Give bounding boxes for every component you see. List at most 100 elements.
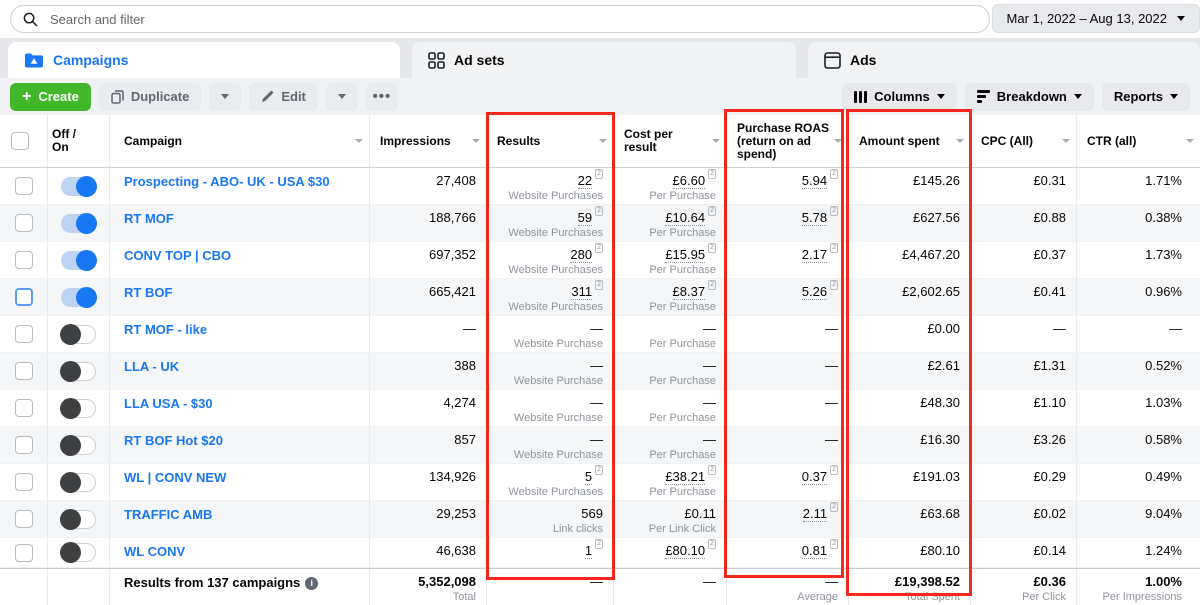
cost-per-result-value: —: [703, 432, 716, 447]
campaign-link[interactable]: LLA USA - $30: [124, 390, 213, 411]
ctr-cell: 1.71%: [1077, 168, 1200, 204]
header-purchase-roas[interactable]: Purchase ROAS (return on ad spend): [727, 115, 849, 167]
reports-button[interactable]: Reports: [1101, 82, 1190, 111]
header-cpc[interactable]: CPC (All): [971, 115, 1077, 167]
header-ctr[interactable]: CTR (all): [1077, 115, 1200, 167]
select-all-checkbox[interactable]: [10, 132, 29, 150]
campaign-toggle[interactable]: [61, 212, 97, 234]
impressions-cell: 29,253: [370, 501, 487, 537]
sort-caret-icon[interactable]: [712, 139, 720, 143]
amount-spent-cell: £63.68: [849, 501, 971, 537]
footer-results-cell: —: [487, 569, 614, 605]
header-impressions[interactable]: Impressions: [370, 115, 487, 167]
campaign-toggle[interactable]: [60, 323, 96, 345]
info-icon[interactable]: i: [305, 577, 319, 590]
campaign-toggle[interactable]: [60, 360, 96, 382]
campaign-toggle[interactable]: [61, 249, 97, 271]
campaign-link[interactable]: LLA - UK: [124, 353, 179, 374]
results-type-label: Website Purchases: [508, 227, 603, 240]
row-checkbox[interactable]: [14, 325, 33, 343]
edit-dropdown-button[interactable]: [325, 82, 358, 111]
campaign-name-cell: WL CONV: [110, 538, 370, 567]
row-checkbox[interactable]: [14, 473, 33, 491]
header-results-label: Results: [497, 133, 541, 148]
row-checkbox[interactable]: [14, 436, 33, 454]
action-toolbar: + Create Duplicate Edit ••• Columns Brea…: [0, 78, 1200, 115]
impressions-cell: 134,926: [370, 464, 487, 500]
cost-per-result-type-label: Per Purchase: [649, 486, 716, 499]
ctr-value: 0.49%: [1145, 469, 1182, 484]
sort-caret-icon[interactable]: [472, 139, 480, 143]
row-checkbox[interactable]: [14, 543, 33, 562]
toggle-knob: [60, 434, 81, 456]
results-type-label: Website Purchase: [513, 338, 603, 350]
create-button[interactable]: + Create: [10, 82, 91, 111]
campaign-toggle[interactable]: [60, 471, 96, 493]
sort-caret-icon[interactable]: [1186, 139, 1194, 143]
campaign-link[interactable]: TRAFFIC AMB: [124, 501, 212, 522]
campaign-toggle[interactable]: [60, 542, 96, 563]
campaign-link[interactable]: CONV TOP | CBO: [124, 242, 231, 263]
campaign-name-cell: CONV TOP | CBO: [110, 242, 370, 278]
sort-caret-icon[interactable]: [834, 139, 842, 143]
campaign-link[interactable]: WL CONV: [124, 538, 185, 559]
row-select-cell: [0, 464, 48, 500]
header-amount-spent[interactable]: Amount spent: [849, 115, 971, 167]
footer-empty-cell: [0, 569, 48, 605]
impressions-value: 46,638: [436, 543, 476, 558]
header-cost-per-result[interactable]: Cost per result: [614, 115, 727, 167]
campaign-toggle[interactable]: [61, 286, 97, 308]
impressions-cell: 857: [370, 427, 487, 463]
duplicate-dropdown-button[interactable]: [209, 82, 242, 111]
tab-ads[interactable]: Ads: [808, 42, 1200, 78]
more-actions-button[interactable]: •••: [365, 82, 398, 111]
row-select-cell: [0, 427, 48, 463]
toggle-knob: [76, 286, 97, 308]
results-type-label: Website Purchase: [513, 375, 603, 387]
row-checkbox[interactable]: [14, 251, 33, 269]
cost-per-result-cell: £38.21 2 Per Purchase: [614, 464, 727, 500]
sort-caret-icon[interactable]: [1062, 139, 1070, 143]
row-checkbox[interactable]: [14, 288, 33, 306]
duplicate-button[interactable]: Duplicate: [98, 82, 202, 111]
ctr-value: 0.38%: [1145, 210, 1182, 225]
sort-caret-icon[interactable]: [956, 139, 964, 143]
header-campaign[interactable]: Campaign: [110, 115, 370, 167]
cost-per-result-type-label: Per Purchase: [649, 412, 716, 424]
sort-caret-icon[interactable]: [599, 139, 607, 143]
edit-button[interactable]: Edit: [249, 82, 318, 111]
row-checkbox[interactable]: [14, 362, 33, 380]
date-range-button[interactable]: Mar 1, 2022 – Aug 13, 2022: [991, 4, 1200, 33]
campaign-link[interactable]: WL | CONV NEW: [124, 464, 226, 485]
campaign-toggle[interactable]: [60, 434, 96, 456]
columns-button[interactable]: Columns: [842, 82, 957, 111]
purchase-roas-value: 2.17: [801, 247, 828, 264]
search-bar[interactable]: [10, 5, 990, 33]
campaign-link[interactable]: RT BOF: [124, 279, 172, 300]
row-checkbox[interactable]: [14, 510, 33, 528]
campaign-toggle[interactable]: [61, 175, 97, 197]
row-checkbox[interactable]: [14, 399, 33, 417]
impressions-value: 134,926: [429, 469, 476, 484]
tab-ad-sets[interactable]: Ad sets: [412, 42, 796, 78]
row-select-cell: [0, 205, 48, 241]
purchase-roas-cell: —: [727, 316, 849, 352]
campaign-toggle[interactable]: [60, 397, 96, 419]
sort-caret-icon[interactable]: [355, 139, 363, 143]
row-checkbox[interactable]: [14, 214, 33, 232]
campaign-link[interactable]: Prospecting - ABO- UK - USA $30: [124, 168, 330, 189]
breakdown-button[interactable]: Breakdown: [964, 82, 1094, 111]
row-checkbox[interactable]: [14, 177, 33, 195]
chevron-down-icon: [337, 94, 346, 99]
search-icon: [23, 12, 38, 26]
tab-campaigns[interactable]: Campaigns: [8, 42, 400, 78]
purchase-roas-cell: —: [727, 427, 849, 463]
campaign-link[interactable]: RT MOF - like: [124, 316, 207, 337]
campaign-link[interactable]: RT MOF: [124, 205, 174, 226]
header-results[interactable]: Results: [487, 115, 614, 167]
search-input[interactable]: [48, 10, 977, 28]
cpc-value: —: [1053, 321, 1066, 336]
results-type-label: Website Purchases: [508, 486, 603, 499]
campaign-link[interactable]: RT BOF Hot $20: [124, 427, 223, 448]
campaign-toggle[interactable]: [60, 508, 96, 530]
